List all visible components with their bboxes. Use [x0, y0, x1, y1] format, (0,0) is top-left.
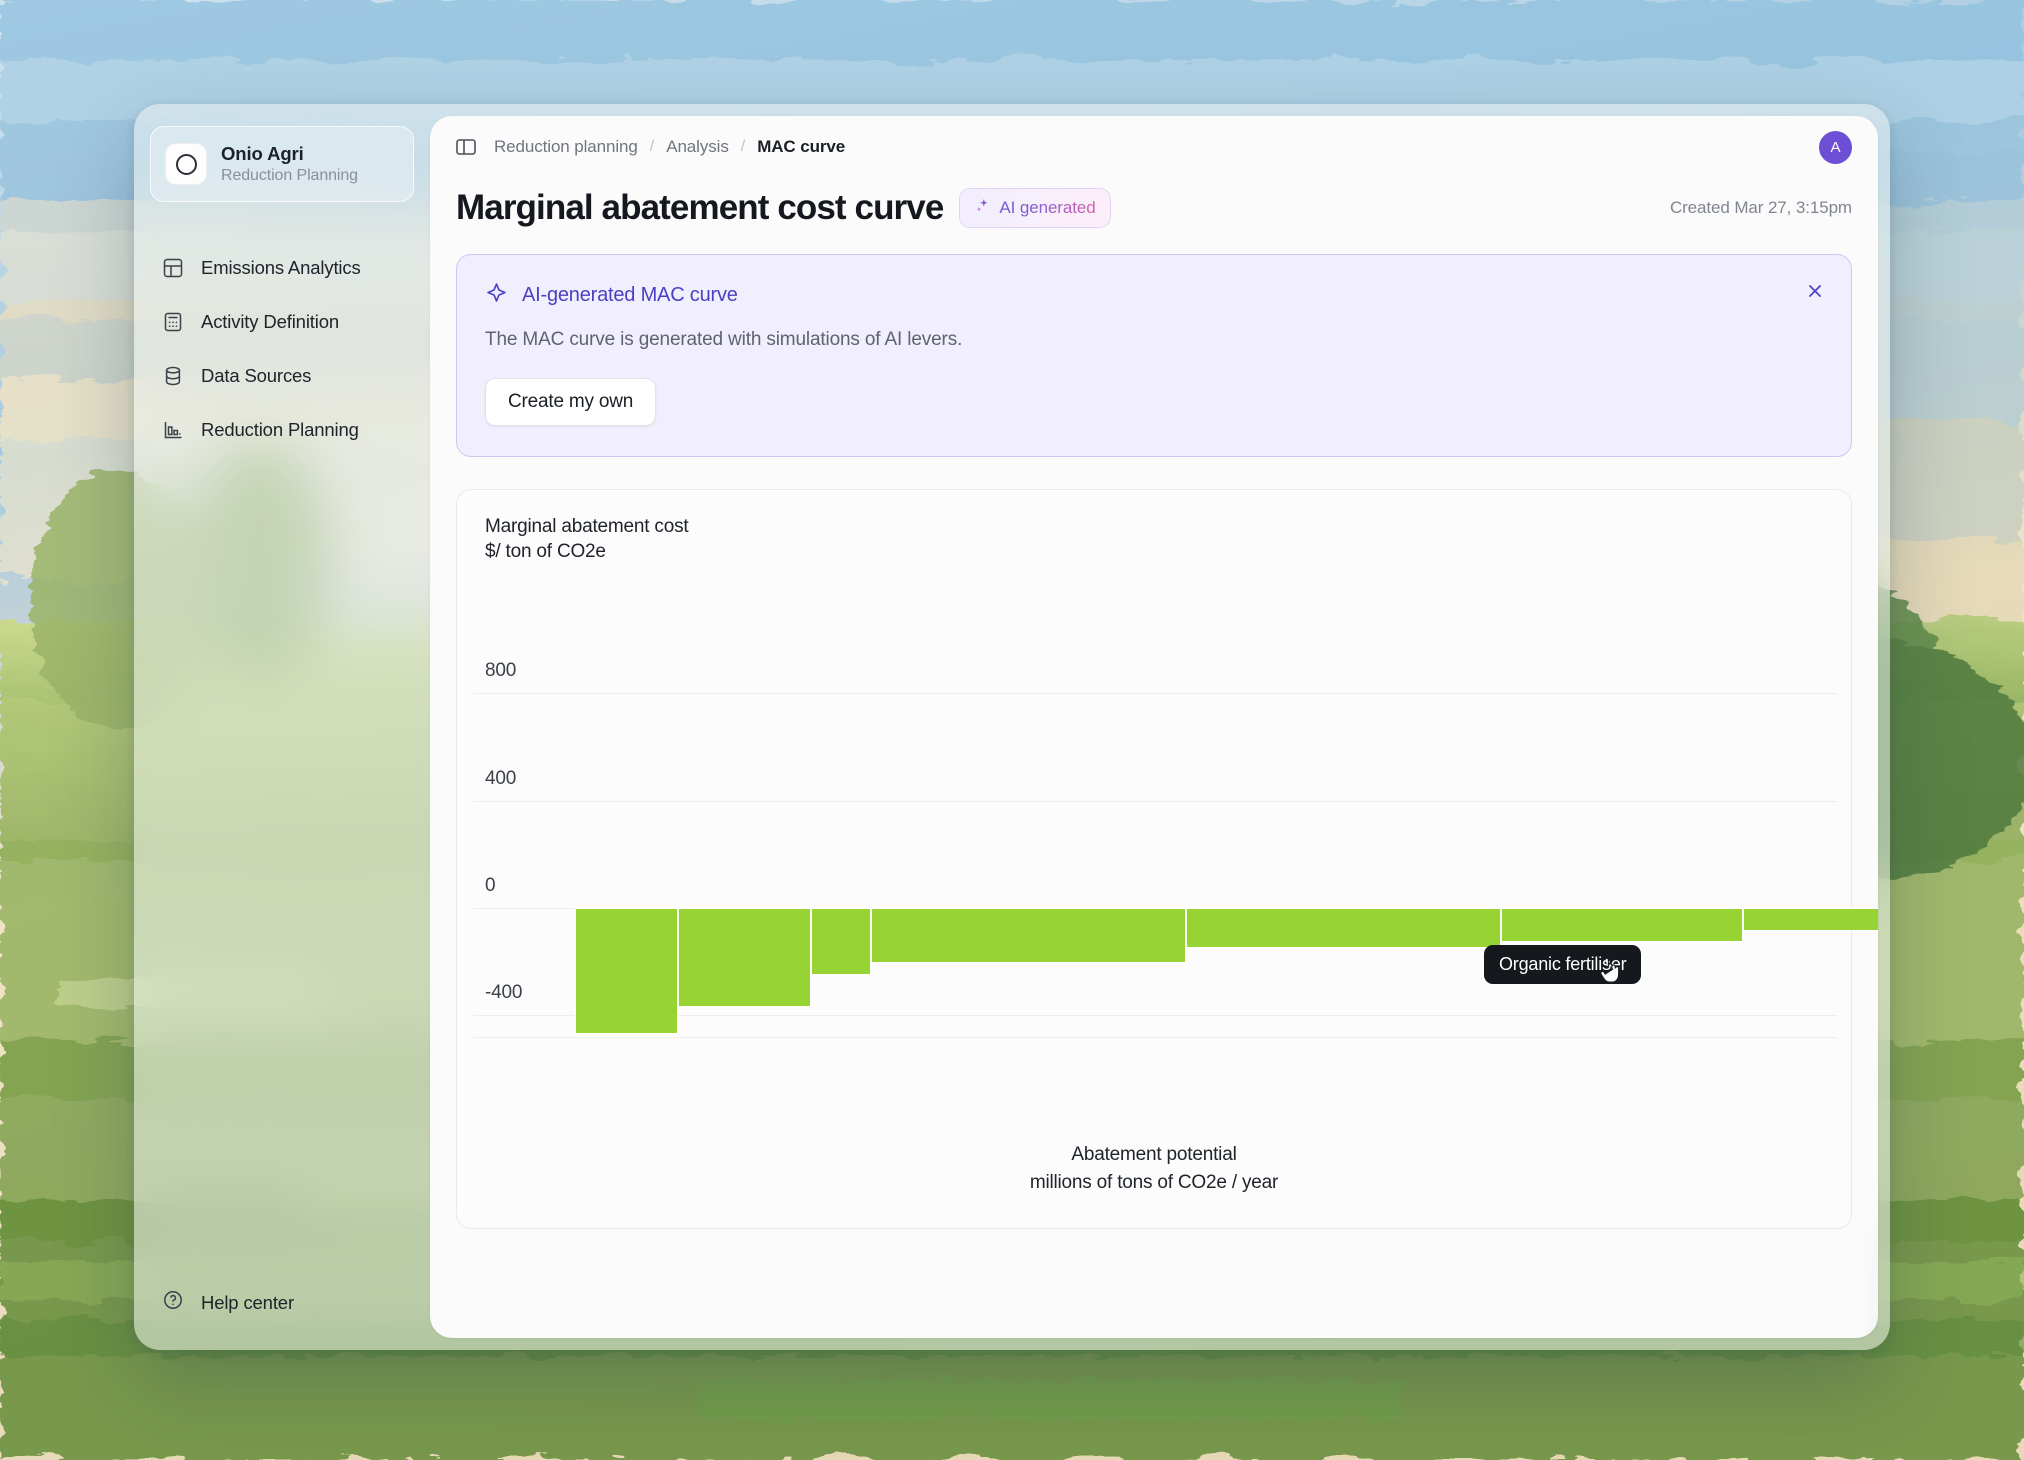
chart-bar[interactable] — [1500, 908, 1743, 942]
sidebar-item-label: Emissions Analytics — [201, 257, 361, 278]
x-axis-title-line2: millions of tons of CO2e / year — [1029, 1172, 1279, 1193]
app-window: Onio Agri Reduction Planning Emissions A… — [134, 104, 1890, 1350]
org-name: Onio Agri — [221, 143, 304, 164]
breadcrumb-separator: / — [740, 138, 746, 155]
banner-title: AI-generated MAC curve — [522, 283, 738, 306]
avatar[interactable]: A — [1819, 130, 1852, 164]
topbar: Reduction planning / Analysis / MAC curv… — [430, 116, 1878, 178]
sidebar-item-activity-definition[interactable]: Activity Definition — [134, 302, 430, 342]
org-switcher[interactable]: Onio Agri Reduction Planning — [150, 126, 414, 202]
x-axis-title-line1: Abatement potential — [1071, 1144, 1237, 1165]
chart-bar[interactable] — [677, 908, 811, 1008]
title-row: Marginal abatement cost curve AI generat… — [430, 178, 1878, 228]
ai-generated-banner: AI-generated MAC curve The MAC curve is … — [456, 254, 1852, 457]
page-title: Marginal abatement cost curve — [456, 188, 944, 227]
breadcrumb-item-analysis[interactable]: Analysis — [666, 137, 729, 157]
sidebar-item-help-center[interactable]: Help center — [134, 1289, 430, 1350]
sidebar-item-label: Reduction Planning — [201, 419, 359, 440]
chart-bar[interactable] — [1742, 908, 1878, 931]
database-icon — [162, 365, 184, 387]
breadcrumb: Reduction planning / Analysis / MAC curv… — [494, 137, 845, 157]
chart-bar[interactable] — [871, 908, 1187, 964]
ai-generated-badge[interactable]: AI generated — [959, 188, 1111, 228]
panel-toggle-icon[interactable] — [454, 135, 478, 159]
sidebar: Onio Agri Reduction Planning Emissions A… — [134, 104, 430, 1350]
sidebar-item-label: Activity Definition — [201, 311, 340, 332]
question-circle-icon — [162, 1289, 184, 1316]
main-panel: Reduction planning / Analysis / MAC curv… — [430, 116, 1878, 1338]
sidebar-item-label: Data Sources — [201, 365, 312, 386]
grid-icon — [162, 257, 184, 279]
mouse-cursor — [1597, 956, 1623, 991]
breadcrumb-separator: / — [649, 138, 655, 155]
sidebar-nav: Emissions Analytics Activity Definition … — [134, 248, 430, 450]
banner-header: AI-generated MAC curve — [485, 281, 1823, 309]
bar-chart-icon — [162, 419, 184, 441]
ai-generated-badge-label: AI generated — [999, 198, 1096, 217]
help-center-label: Help center — [201, 1291, 294, 1313]
banner-body: The MAC curve is generated with simulati… — [485, 329, 963, 350]
breadcrumb-item-mac-curve: MAC curve — [757, 137, 846, 156]
chart-bar[interactable] — [1186, 908, 1501, 949]
plot-area: 800 400 0 -400 — [457, 490, 1878, 1228]
sidebar-item-reduction-planning[interactable]: Reduction Planning — [134, 410, 430, 450]
close-icon[interactable] — [1801, 277, 1829, 305]
org-subtitle: Reduction Planning — [221, 167, 358, 184]
sparkle-icon — [485, 281, 508, 309]
bar-series — [457, 490, 1878, 1228]
created-timestamp: Created Mar 27, 3:15pm — [1669, 198, 1852, 217]
chart-bar[interactable] — [575, 908, 678, 1035]
mac-curve-chart-card: Marginal abatement cost $/ ton of CO2e 8… — [456, 489, 1878, 1229]
create-my-own-button[interactable]: Create my own — [485, 378, 657, 426]
circle-logo-icon — [165, 143, 207, 185]
breadcrumb-item-reduction-planning[interactable]: Reduction planning — [494, 137, 638, 157]
sparkle-icon — [974, 197, 991, 219]
calculator-icon — [162, 311, 184, 333]
chart-bar[interactable] — [810, 908, 872, 976]
x-axis-title: Abatement potential millions of tons of … — [457, 1144, 1851, 1194]
sidebar-item-emissions-analytics[interactable]: Emissions Analytics — [134, 248, 430, 288]
sidebar-item-data-sources[interactable]: Data Sources — [134, 356, 430, 396]
